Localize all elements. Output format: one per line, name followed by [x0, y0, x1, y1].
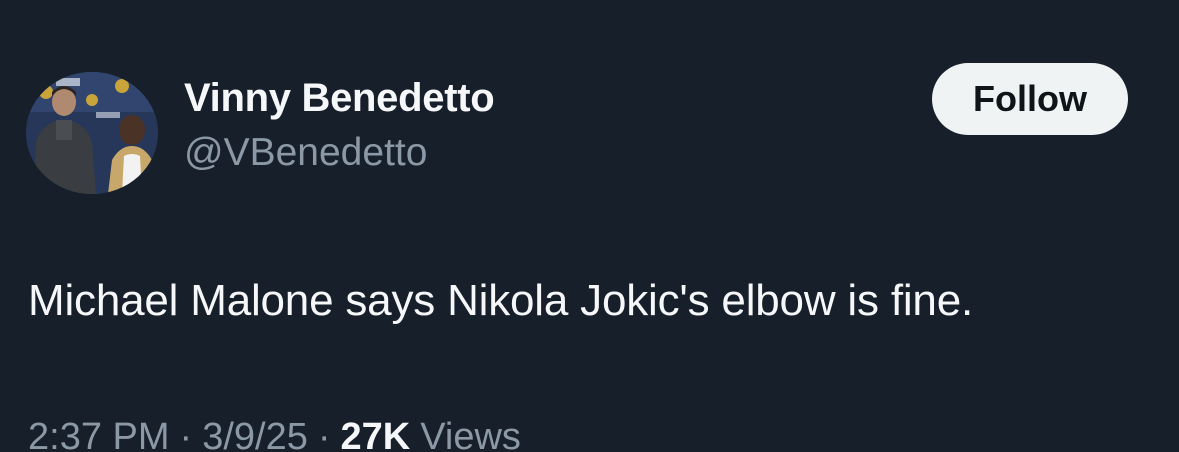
views-label[interactable]: Views [420, 416, 521, 452]
author-display-name[interactable]: Vinny Benedetto [184, 76, 495, 121]
views-count[interactable]: 27K [341, 416, 411, 452]
tweet-date[interactable]: 3/9/25 [202, 416, 308, 452]
follow-button[interactable]: Follow [932, 63, 1128, 135]
meta-separator: · [179, 416, 193, 452]
avatar-photo [26, 72, 158, 194]
tweet-time[interactable]: 2:37 PM [28, 416, 170, 452]
tweet-text: Michael Malone says Nikola Jokic's elbow… [28, 276, 973, 325]
author-handle[interactable]: @VBenedetto [184, 131, 427, 175]
tweet-meta: 2:37 PM · 3/9/25 · 27K Views [28, 416, 521, 452]
meta-separator: · [317, 416, 331, 452]
avatar[interactable] [26, 72, 158, 194]
